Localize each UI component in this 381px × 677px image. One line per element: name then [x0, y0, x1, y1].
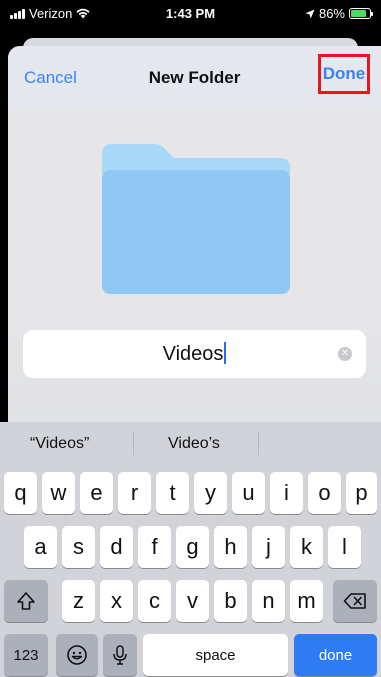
folder-name-value: Videos [162, 343, 224, 365]
key-i[interactable]: i [270, 472, 303, 514]
key-b[interactable]: b [214, 580, 247, 622]
key-a[interactable]: a [24, 526, 57, 568]
keyboard: “Videos” Video’s q w e r t y u i o p a s… [0, 422, 381, 677]
key-e[interactable]: e [80, 472, 113, 514]
battery-cap [371, 12, 373, 16]
done-button-label: Done [322, 64, 366, 83]
key-s[interactable]: s [62, 526, 95, 568]
key-l[interactable]: l [328, 526, 361, 568]
key-t[interactable]: t [156, 472, 189, 514]
folder-name-field[interactable]: Videos ✕ [23, 330, 366, 378]
key-g[interactable]: g [176, 526, 209, 568]
done-key[interactable]: done [294, 634, 377, 676]
shift-key[interactable] [4, 580, 48, 622]
suggestion-bar: “Videos” Video’s [0, 422, 381, 466]
nav-bar: Cancel New Folder Done [8, 46, 381, 108]
suggestion-divider [133, 431, 134, 455]
battery-icon [349, 8, 373, 19]
emoji-icon [67, 645, 87, 665]
delete-icon [343, 593, 366, 609]
microphone-icon [113, 645, 127, 665]
key-m[interactable]: m [290, 580, 323, 622]
key-f[interactable]: f [138, 526, 171, 568]
key-q[interactable]: q [4, 472, 37, 514]
shift-icon [17, 592, 35, 610]
status-right: 86% [305, 6, 373, 21]
key-u[interactable]: u [232, 472, 265, 514]
key-z[interactable]: z [62, 580, 95, 622]
key-j[interactable]: j [252, 526, 285, 568]
key-r[interactable]: r [118, 472, 151, 514]
folder-name-text: Videos [23, 342, 366, 366]
key-h[interactable]: h [214, 526, 247, 568]
delete-key[interactable] [333, 580, 377, 622]
microphone-key[interactable] [103, 634, 137, 676]
battery-percent: 86% [318, 6, 345, 21]
screen: Verizon 1:43 PM 86% Cancel New Folder Do… [0, 0, 381, 677]
key-w[interactable]: w [42, 472, 75, 514]
key-y[interactable]: y [194, 472, 227, 514]
key-c[interactable]: c [138, 580, 171, 622]
suggestion-divider [258, 431, 259, 455]
suggestion-1[interactable]: “Videos” [30, 435, 89, 453]
emoji-key[interactable] [56, 634, 98, 676]
battery-fill [351, 10, 366, 17]
key-v[interactable]: v [176, 580, 209, 622]
text-caret [224, 342, 227, 364]
key-x[interactable]: x [100, 580, 133, 622]
status-bar: Verizon 1:43 PM 86% [0, 0, 381, 26]
key-n[interactable]: n [252, 580, 285, 622]
folder-icon [102, 144, 290, 294]
location-icon [305, 9, 315, 18]
done-button[interactable]: Done [318, 54, 370, 94]
suggestion-2[interactable]: Video’s [168, 435, 220, 453]
clear-icon[interactable]: ✕ [338, 347, 352, 361]
key-d[interactable]: d [100, 526, 133, 568]
numbers-key[interactable]: 123 [4, 634, 48, 676]
space-key[interactable]: space [143, 634, 288, 676]
key-p[interactable]: p [346, 472, 377, 514]
key-o[interactable]: o [308, 472, 341, 514]
key-k[interactable]: k [290, 526, 323, 568]
